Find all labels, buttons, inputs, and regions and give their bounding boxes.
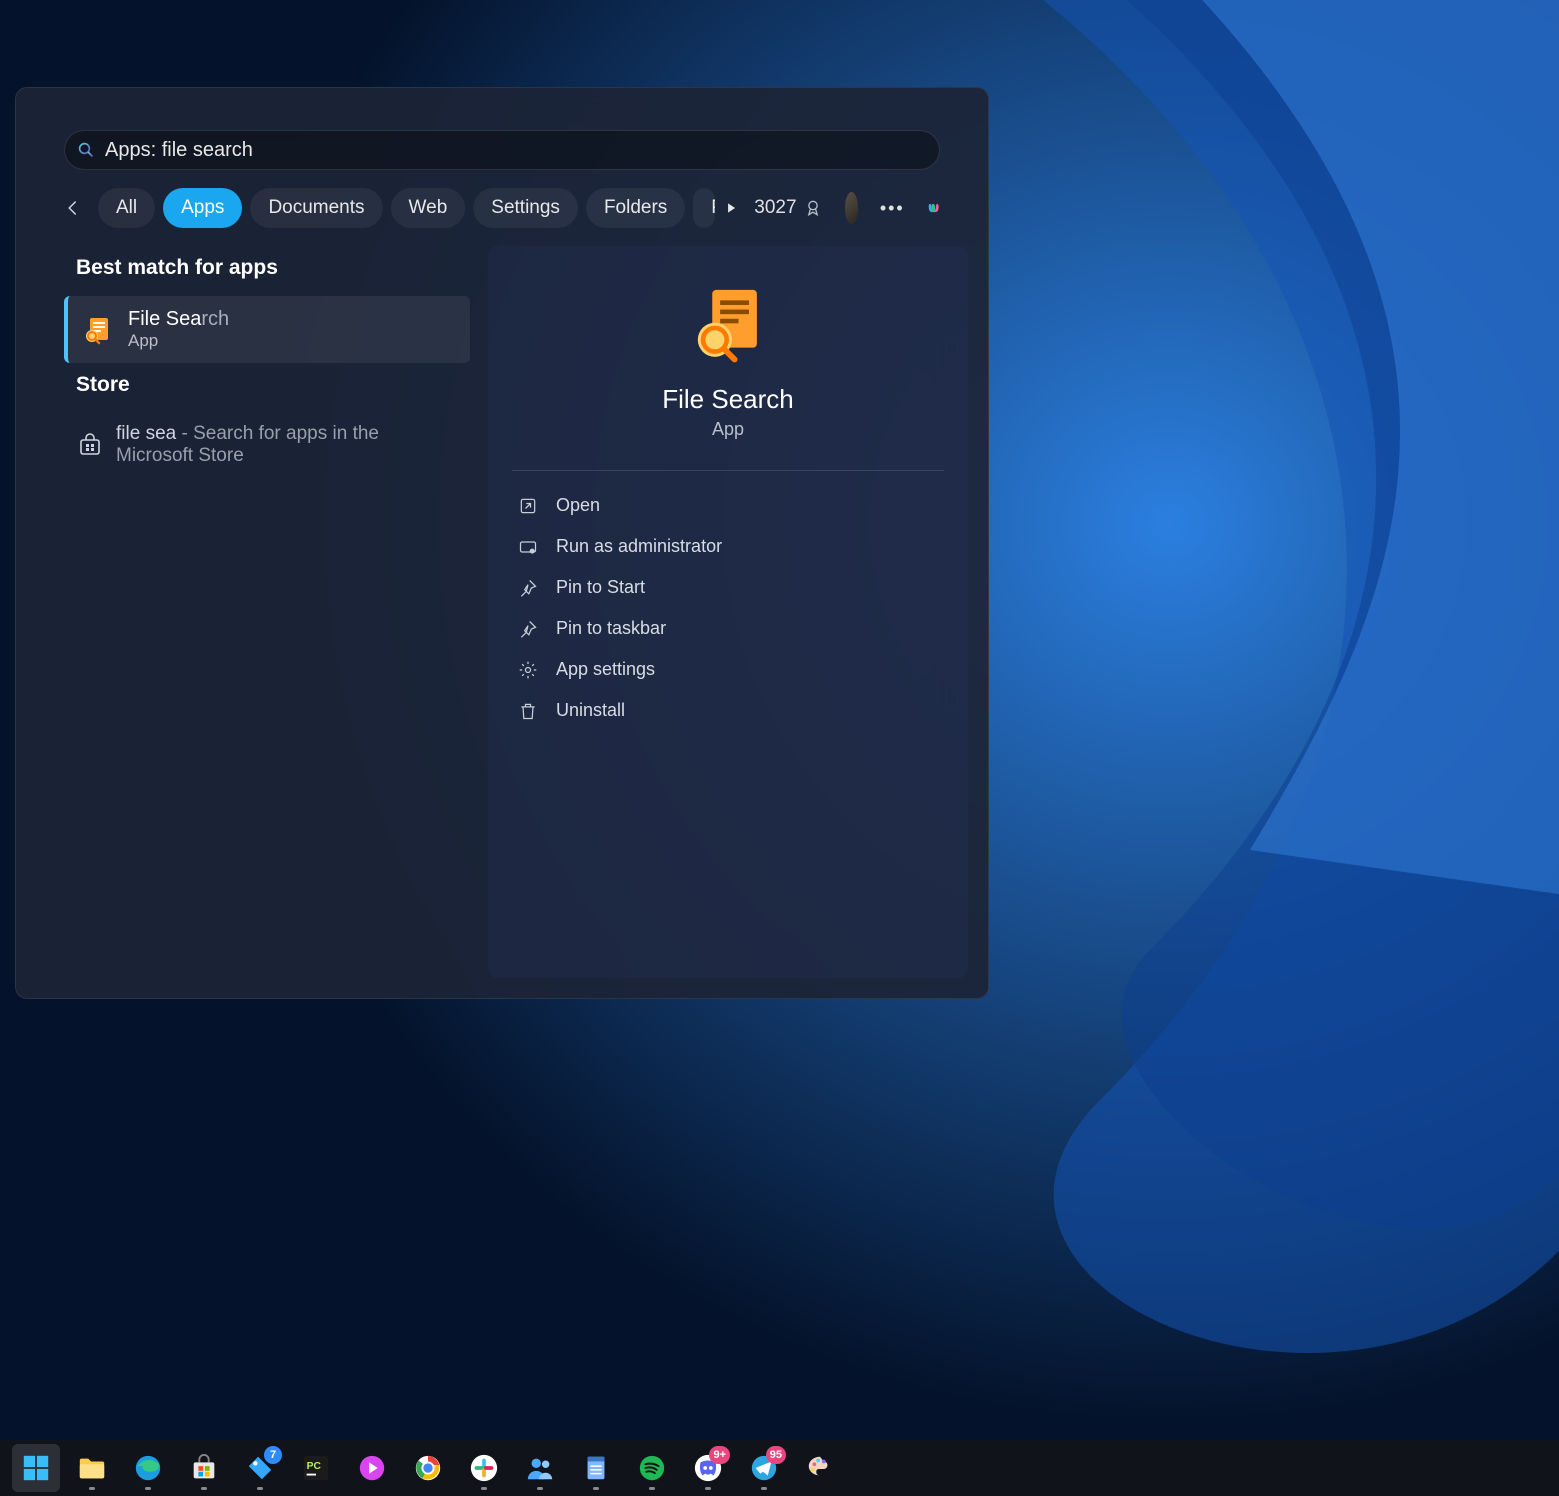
action-pin-taskbar[interactable]: Pin to taskbar [512, 608, 944, 649]
search-icon [77, 141, 95, 159]
filter-scroll-right[interactable] [723, 190, 738, 226]
file-search-app-icon-large [686, 282, 770, 366]
arrow-left-icon [64, 199, 82, 217]
taskbar-paint[interactable] [796, 1444, 844, 1492]
admin-icon [518, 537, 538, 557]
action-pin-start[interactable]: Pin to Start [512, 567, 944, 608]
rewards-points[interactable]: 3027 [754, 197, 822, 219]
media-icon [357, 1453, 387, 1483]
person-icon [525, 1453, 555, 1483]
filter-web[interactable]: Web [391, 188, 466, 228]
store-icon [189, 1453, 219, 1483]
pin-icon [518, 619, 538, 639]
taskbar: 7 PC 9+ 95 [0, 1440, 1559, 1496]
search-bar[interactable] [64, 130, 940, 170]
windows-icon [21, 1453, 51, 1483]
paint-icon [805, 1453, 835, 1483]
gear-icon [518, 660, 538, 680]
action-uninstall[interactable]: Uninstall [512, 690, 944, 731]
copilot-icon[interactable] [927, 192, 940, 224]
store-icon [78, 433, 102, 457]
results-left: Best match for apps File Search App Stor… [16, 246, 474, 998]
result-file-search[interactable]: File Search App [64, 296, 470, 363]
section-store: Store [76, 373, 474, 397]
pin-icon [518, 578, 538, 598]
detail-pane: File Search App Open Run as administrato… [488, 246, 968, 978]
medal-icon [803, 198, 823, 218]
taskbar-slack[interactable] [460, 1444, 508, 1492]
taskbar-chrome[interactable] [404, 1444, 452, 1492]
taskbar-telegram[interactable]: 95 [740, 1444, 788, 1492]
file-search-app-icon [82, 314, 114, 346]
more-button[interactable]: ••• [880, 198, 905, 219]
divider [512, 470, 944, 471]
notepad-icon [581, 1453, 611, 1483]
folder-icon [77, 1453, 107, 1483]
taskbar-pycharm[interactable]: PC [292, 1444, 340, 1492]
start-search-panel: All Apps Documents Web Settings Folders … [15, 87, 989, 999]
badge: 95 [766, 1446, 786, 1464]
result-subtitle: App [128, 331, 229, 351]
taskbar-fritz[interactable]: 7 [236, 1444, 284, 1492]
taskbar-discord[interactable]: 9+ [684, 1444, 732, 1492]
section-best-match: Best match for apps [76, 256, 474, 280]
taskbar-edge[interactable] [124, 1444, 172, 1492]
open-icon [518, 496, 538, 516]
spotify-icon [637, 1453, 667, 1483]
taskbar-microsoft-store[interactable] [180, 1444, 228, 1492]
user-avatar[interactable] [845, 192, 858, 224]
store-search-row[interactable]: file sea - Search for apps in the Micros… [64, 413, 470, 477]
back-button[interactable] [64, 190, 82, 226]
search-input[interactable] [105, 139, 927, 162]
filter-more-cut[interactable]: P [693, 188, 715, 228]
taskbar-contacts[interactable] [516, 1444, 564, 1492]
filter-folders[interactable]: Folders [586, 188, 685, 228]
trash-icon [518, 701, 538, 721]
badge: 9+ [709, 1446, 730, 1464]
pycharm-icon: PC [301, 1453, 331, 1483]
filter-apps[interactable]: Apps [163, 188, 242, 228]
slack-icon [469, 1453, 499, 1483]
taskbar-spotify[interactable] [628, 1444, 676, 1492]
taskbar-notepad[interactable] [572, 1444, 620, 1492]
filter-settings[interactable]: Settings [473, 188, 578, 228]
filter-row: All Apps Documents Web Settings Folders … [16, 170, 988, 246]
action-app-settings[interactable]: App settings [512, 649, 944, 690]
badge: 7 [264, 1446, 282, 1464]
svg-text:PC: PC [307, 1461, 322, 1472]
filter-all[interactable]: All [98, 188, 155, 228]
action-open[interactable]: Open [512, 485, 944, 526]
action-run-admin[interactable]: Run as administrator [512, 526, 944, 567]
detail-title: File Search [662, 384, 794, 415]
taskbar-media-player[interactable] [348, 1444, 396, 1492]
result-title: File Search [128, 308, 229, 331]
play-icon [724, 201, 738, 215]
chrome-icon [413, 1453, 443, 1483]
edge-icon [133, 1453, 163, 1483]
taskbar-start[interactable] [12, 1444, 60, 1492]
taskbar-file-explorer[interactable] [68, 1444, 116, 1492]
detail-subtitle: App [712, 419, 744, 440]
filter-documents[interactable]: Documents [250, 188, 382, 228]
